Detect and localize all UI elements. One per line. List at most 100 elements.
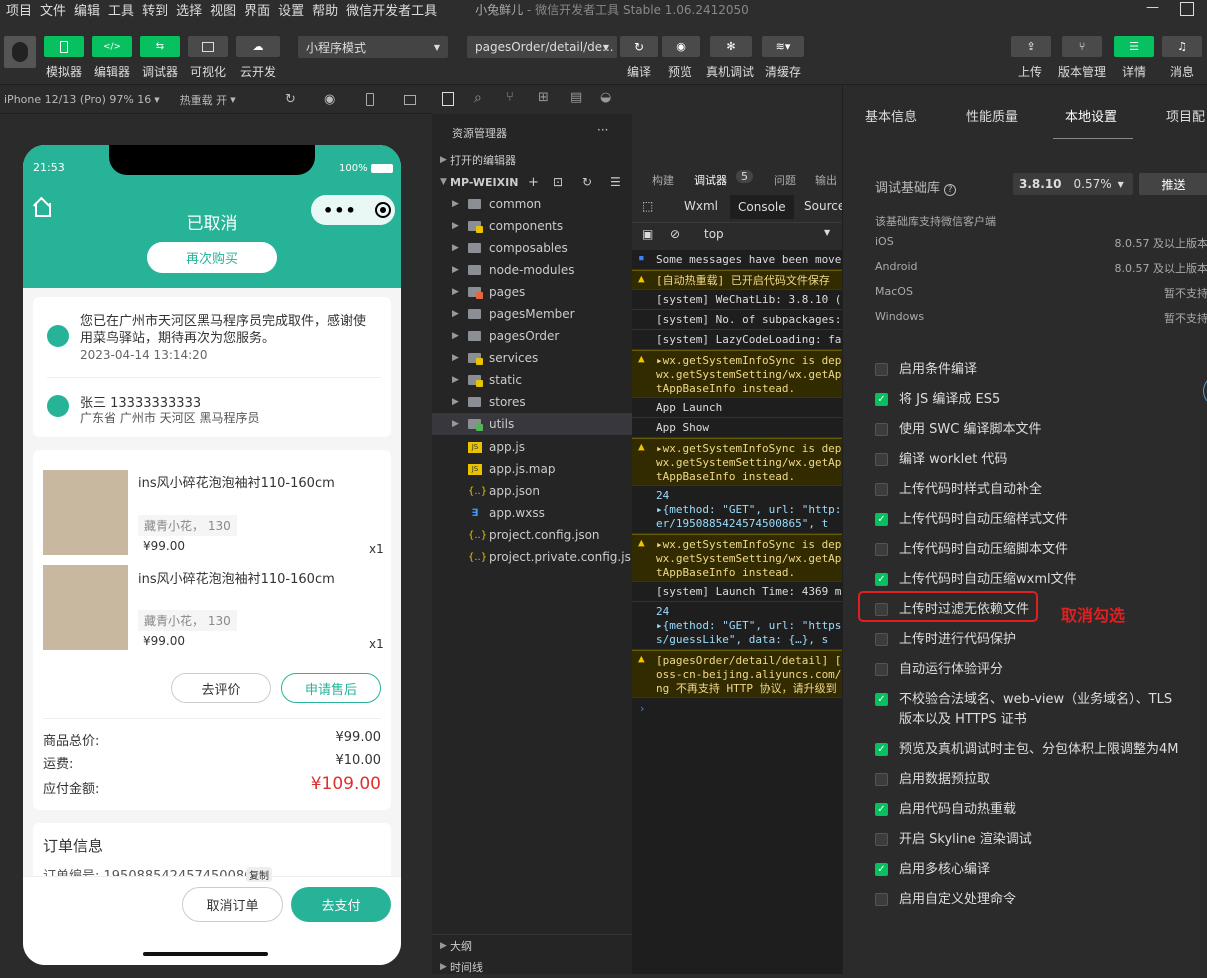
folder-item[interactable]: ▶ utils [432,413,632,435]
menu-edit[interactable]: 编辑 [74,0,100,19]
setting-option[interactable]: 上传代码时样式自动补全 [875,480,1185,500]
avatar[interactable] [4,36,36,68]
visual-toggle[interactable] [188,36,228,57]
popout-icon[interactable] [404,94,416,105]
menu-devtools[interactable]: 微信开发者工具 [346,0,437,19]
console-line[interactable]: ▪ Some messages have been move [632,250,842,270]
setting-option[interactable]: 上传代码时自动压缩脚本文件 [875,540,1185,560]
console-line[interactable]: ▲ [自动热重载] 已开启代码文件保存 [632,270,842,290]
tab-issues[interactable]: 问题 [774,172,796,188]
menu-project[interactable]: 项目 [6,0,32,19]
checkbox[interactable]: ✓ [875,803,888,816]
checkbox[interactable] [875,483,888,496]
stop-icon[interactable]: ◉ [324,92,335,107]
docker-icon[interactable]: ◒ [600,90,611,105]
mode-select[interactable]: 小程序模式 ▼ [298,36,448,58]
checkbox[interactable] [875,423,888,436]
menu-interface[interactable]: 界面 [244,0,270,19]
checkbox[interactable]: ✓ [875,693,888,706]
console-line[interactable]: 24 ▸{method: "GET", url: "https s/guessL… [632,602,842,650]
editor-toggle[interactable]: </> [92,36,132,57]
menu-file[interactable]: 文件 [40,0,66,19]
file-item[interactable]: {..} project.config.json [432,524,632,546]
extensions-icon[interactable]: ⊞ [538,90,549,105]
tab-output[interactable]: 输出 [815,172,837,188]
folder-item[interactable]: ▶ stores [432,391,632,413]
checkbox[interactable] [875,773,888,786]
setting-option[interactable]: ✓ 上传代码时自动压缩样式文件 [875,510,1185,530]
goods-image[interactable] [43,470,128,555]
file-item[interactable]: {..} project.private.config.js... [432,546,642,568]
setting-option[interactable]: 使用 SWC 编译脚本文件 [875,420,1185,440]
goods-image[interactable] [43,565,128,650]
checkbox[interactable] [875,363,888,376]
checkbox[interactable] [875,893,888,906]
setting-option[interactable]: ✓ 不校验合法域名、web-view（业务域名）、TLS 版本以及 HTTPS 证… [875,690,1185,730]
setting-option[interactable]: 开启 Skyline 渲染调试 [875,830,1185,850]
collapse-icon[interactable]: ☰ [610,175,621,189]
file-item[interactable]: JS app.js.map [432,458,632,480]
folder-item[interactable]: ▶ composables [432,237,632,259]
folder-item[interactable]: ▶ pagesOrder [432,325,632,347]
folder-item[interactable]: ▶ static [432,369,632,391]
menu-tools[interactable]: 工具 [108,0,134,19]
console-line[interactable]: ▲ [pagesOrder/detail/detail] [ oss-cn-bei… [632,650,842,698]
menu-view[interactable]: 视图 [210,0,236,19]
setting-option[interactable]: ✓ 上传代码时自动压缩wxml文件 [875,570,1185,590]
close-circle-icon[interactable] [374,202,391,218]
push-button[interactable]: 推送 [1139,173,1207,195]
project-section[interactable]: ▼ MP-WEIXIN + ⊡ ↻ ☰ [432,171,632,193]
tab-sources[interactable]: Source [804,199,845,213]
page-select[interactable]: pagesOrder/detail/de... ▼ [467,36,617,58]
inspect-icon[interactable]: ⬚ [642,199,653,213]
setting-option[interactable]: 自动运行体验评分 [875,660,1185,680]
file-item[interactable]: {..} app.json [432,480,632,502]
checkbox[interactable]: ✓ [875,863,888,876]
clear-cache-button[interactable]: ≋▾ [762,36,804,57]
git-icon[interactable]: ⑂ [506,90,514,105]
search-icon[interactable]: ⌕ [474,90,482,106]
clear-icon[interactable]: ⊘ [670,227,680,241]
checkbox[interactable]: ✓ [875,393,888,406]
outline-section[interactable]: ▶ 大纲 [432,934,632,956]
menu-help[interactable]: 帮助 [312,0,338,19]
folder-item[interactable]: ▶ pages [432,281,632,303]
menu-select[interactable]: 选择 [176,0,202,19]
checkbox[interactable] [875,453,888,466]
setting-option[interactable]: ✓ 预览及真机调试时主包、分包体积上限调整为4M [875,740,1185,760]
folder-item[interactable]: ▶ pagesMember [432,303,632,325]
minimize-button[interactable]: — [1146,0,1159,15]
setting-option[interactable]: ✓ 将 JS 编译成 ES5 [875,390,1185,410]
compile-button[interactable]: ↻ [620,36,658,57]
messages-button[interactable]: ♫ [1162,36,1202,57]
file-item[interactable]: JS app.js [432,436,632,458]
folder-item[interactable]: ▶ common [432,193,632,215]
checkbox[interactable] [875,833,888,846]
tab-console[interactable]: Console [730,195,794,219]
setting-option[interactable]: 启用自定义处理命令 [875,890,1185,910]
goods-name[interactable]: ins风小碎花泡泡袖衬110-160cm [138,472,335,491]
remote-debug-button[interactable]: ✻ [710,36,752,57]
timeline-section[interactable]: ▶ 时间线 [432,956,632,978]
setting-option[interactable]: ✓ 启用多核心编译 [875,860,1185,880]
goods-name[interactable]: ins风小碎花泡泡袖衬110-160cm [138,568,335,587]
panel-icon[interactable]: ▤ [570,90,582,105]
copy-button[interactable]: 复制 [246,867,272,882]
checkbox[interactable]: ✓ [875,513,888,526]
files-icon[interactable] [442,92,454,106]
review-button[interactable]: 去评价 [171,673,271,703]
setting-option[interactable]: 启用条件编译 [875,360,1185,380]
setting-option[interactable]: 启用数据预拉取 [875,770,1185,790]
cloud-toggle[interactable]: ☁ [236,36,280,57]
new-file-icon[interactable]: + [528,175,539,190]
tab-project-config[interactable]: 项目配 [1166,106,1205,125]
menu-goto[interactable]: 转到 [142,0,168,19]
checkbox[interactable] [875,663,888,676]
upload-button[interactable]: ⇪ [1011,36,1051,57]
more-dots-icon[interactable]: ••• [323,201,357,220]
checkbox[interactable] [875,543,888,556]
refresh-icon[interactable]: ↻ [582,175,592,189]
hot-reload-toggle[interactable]: 热重载 开 [180,92,228,108]
console-line[interactable]: ▲ ▸wx.getSystemInfoSync is dep wx.getSyst… [632,350,842,398]
console-line[interactable]: ▲ ▸wx.getSystemInfoSync is dep wx.getSyst… [632,534,842,582]
